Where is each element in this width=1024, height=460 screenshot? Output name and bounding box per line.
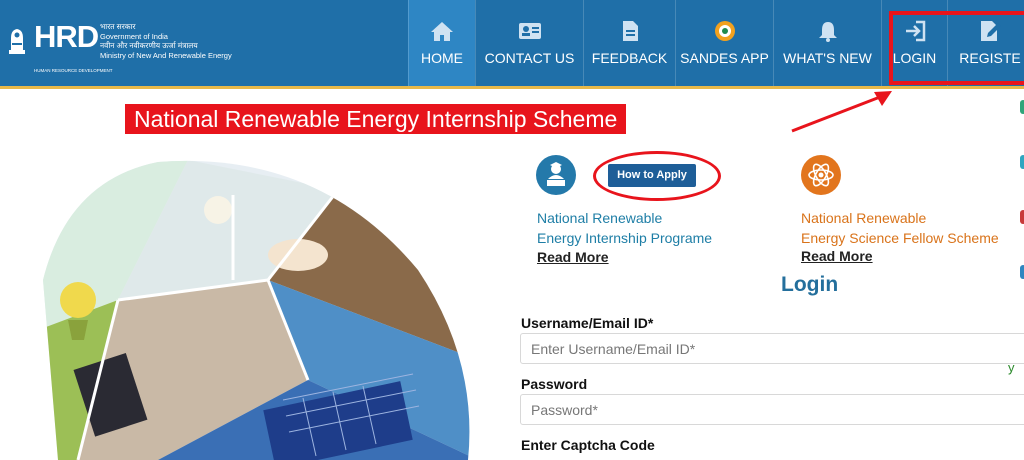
fellow-scheme-title[interactable]: National Renewable Energy Science Fellow… [801,208,999,248]
scheme-title-banner: National Renewable Energy Internship Sch… [125,104,627,134]
nav-whats-new-label: WHAT'S NEW [783,50,872,66]
nav-sandes-app[interactable]: SANDES APP [675,0,773,86]
page: HRD HUMAN RESOURCE DEVELOPMENT भारत सरका… [0,0,1024,460]
site-logo[interactable]: HRD HUMAN RESOURCE DEVELOPMENT भारत सरका… [6,19,232,74]
hrd-logo-text: HRD [34,19,99,54]
fellow-scheme-icon [801,155,841,195]
internship-title-line2: Energy Internship Programe [537,230,713,246]
gov-line-english: Government of India [100,31,168,41]
login-title: Login [781,273,839,296]
ministry-line-english: Ministry of New And Renewable Energy [100,50,232,60]
fellow-title-line2: Energy Science Fellow Scheme [801,230,999,246]
nav-feedback[interactable]: FEEDBACK [583,0,675,86]
ministry-line-hindi: नवीन और नवीकरणीय ऊर्जा मंत्रालय [100,41,198,50]
internship-read-more-link[interactable]: Read More [537,249,609,265]
side-widget-dot [1020,155,1024,169]
nav-contact-us-label: CONTACT US [484,50,575,66]
internship-title-line1: National Renewable [537,210,663,226]
fellow-read-more-link[interactable]: Read More [801,248,873,264]
hrd-logo: HRD HUMAN RESOURCE DEVELOPMENT [34,19,113,74]
document-icon [622,21,638,41]
clipped-edge-text: y [1008,360,1015,375]
renewable-energy-collage [43,160,470,460]
nav-home-label: HOME [421,50,463,66]
atom-icon [808,163,834,187]
nav-contact-us[interactable]: CONTACT US [475,0,583,86]
fellow-title-line1: National Renewable [801,210,927,226]
nav-whats-new[interactable]: WHAT'S NEW [773,0,881,86]
password-input[interactable] [520,394,1024,425]
national-emblem-icon [9,29,25,54]
login-highlight-box [889,11,1024,85]
bell-icon [818,22,837,42]
gov-line-hindi: भारत सरकार [100,22,136,31]
internship-scheme-title[interactable]: National Renewable Energy Internship Pro… [537,208,712,248]
side-widget-dot [1020,210,1024,224]
nav-feedback-label: FEEDBACK [591,50,668,66]
captcha-label: Enter Captcha Code [521,437,655,453]
student-laptop-icon [547,162,565,186]
nav-sandes-app-label: SANDES APP [680,50,769,66]
nav-home[interactable]: HOME [408,0,475,86]
username-input[interactable] [520,333,1024,364]
ministry-text: भारत सरकार Government of India नवीन और न… [100,22,232,60]
internship-scheme-icon [536,155,576,195]
contact-card-icon [518,23,541,39]
site-header: HRD HUMAN RESOURCE DEVELOPMENT भारत सरका… [0,0,1024,86]
username-label: Username/Email ID* [521,315,654,331]
annotation-arrow-icon [791,91,892,133]
password-label: Password [521,376,588,392]
side-widget-dot [1020,265,1024,279]
sandes-icon [714,21,735,41]
hrd-tagline: HUMAN RESOURCE DEVELOPMENT [34,68,113,73]
side-widget-dot [1020,100,1024,114]
home-icon [431,22,453,41]
how-to-apply-highlight [593,151,721,201]
